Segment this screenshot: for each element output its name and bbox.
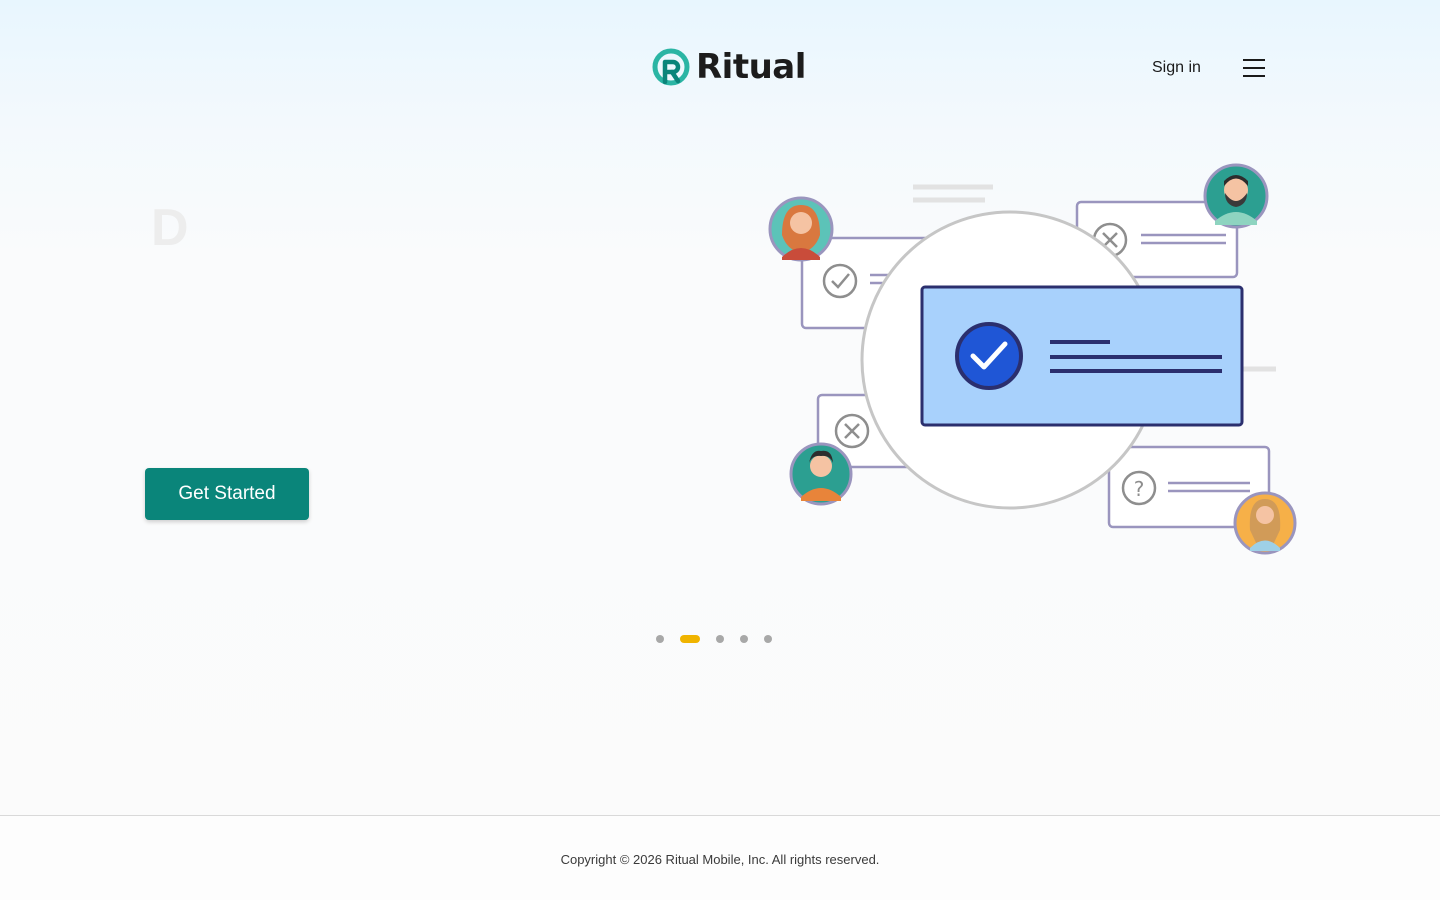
menu-bar (1243, 75, 1265, 77)
avatar-woman-redhead (768, 196, 834, 262)
avatar-bearded-man (1203, 163, 1269, 229)
get-started-button[interactable]: Get Started (145, 468, 309, 520)
site-footer: Copyright © 2026 Ritual Mobile, Inc. All… (0, 815, 1440, 900)
carousel-dot-4[interactable] (740, 635, 748, 643)
carousel-dot-3[interactable] (716, 635, 724, 643)
hero-heading: D (151, 199, 189, 257)
ritual-logo-icon (652, 48, 690, 86)
carousel-dot-2-active[interactable] (680, 635, 700, 643)
card-selected (920, 285, 1244, 427)
hamburger-menu-icon[interactable] (1242, 57, 1266, 79)
sign-in-link[interactable]: Sign in (1152, 58, 1201, 78)
avatar-woman-blonde (1233, 491, 1297, 555)
carousel-dot-5[interactable] (764, 635, 772, 643)
copyright-text: Copyright © 2026 Ritual Mobile, Inc. All… (560, 852, 880, 867)
avatar-young-man (789, 442, 853, 506)
check-badge-icon (955, 322, 1023, 390)
brand-name: Ritual (696, 47, 806, 87)
site-header: Ritual Sign in (0, 0, 1440, 136)
carousel-dot-1[interactable] (656, 635, 664, 643)
verification-illustration: ? (768, 163, 1297, 555)
svg-text:?: ? (1134, 477, 1145, 501)
brand-logo[interactable]: Ritual (651, 46, 806, 88)
carousel-indicator (656, 632, 772, 646)
menu-bar (1243, 67, 1265, 69)
menu-bar (1243, 59, 1265, 61)
